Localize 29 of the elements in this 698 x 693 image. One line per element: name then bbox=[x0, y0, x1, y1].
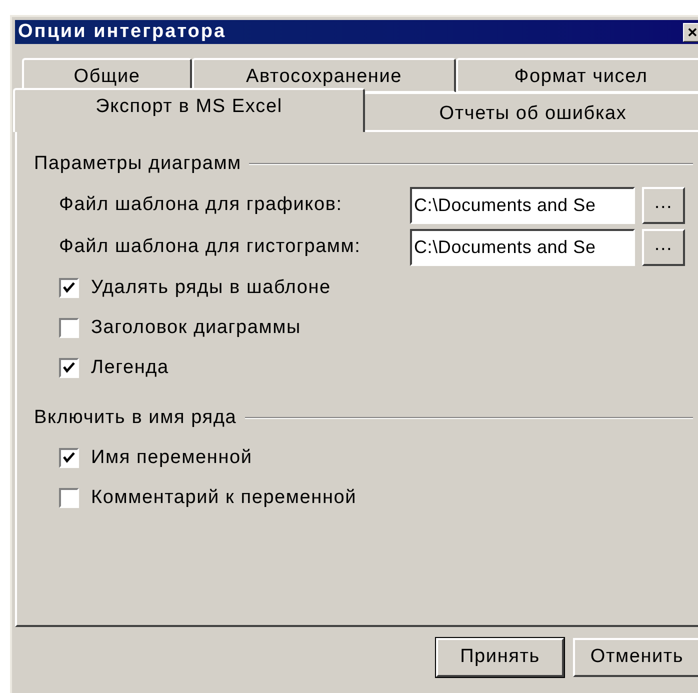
checkbox[interactable] bbox=[59, 358, 79, 378]
checkbox-label: Заголовок диаграммы bbox=[91, 316, 301, 340]
group-title: Включить в имя ряда bbox=[34, 406, 237, 430]
check-icon bbox=[63, 282, 75, 294]
browse-button[interactable]: ... bbox=[642, 186, 685, 224]
check-icon bbox=[63, 362, 75, 374]
checkbox-label: Удалять ряды в шаблоне bbox=[91, 276, 331, 300]
close-button[interactable]: ✕ bbox=[683, 22, 698, 42]
tab[interactable]: Экспорт в MS Excel bbox=[13, 88, 365, 132]
checkbox-label: Имя переменной bbox=[91, 446, 252, 470]
checkbox-label: Легенда bbox=[91, 356, 169, 380]
tab[interactable]: Отчеты об ошибках bbox=[363, 92, 698, 132]
browse-button[interactable]: ... bbox=[642, 228, 685, 266]
checkbox[interactable] bbox=[59, 278, 79, 298]
tab[interactable]: Формат чисел bbox=[456, 58, 698, 93]
checkbox-label: Комментарий к переменной bbox=[91, 486, 357, 510]
window-title: Опции интегратора bbox=[18, 20, 226, 44]
checkbox[interactable] bbox=[59, 488, 79, 508]
dialog-button[interactable]: Отменить bbox=[573, 638, 698, 677]
dialog-button[interactable]: Принять bbox=[436, 638, 564, 677]
field-label: Файл шаблона для гистограмм: bbox=[59, 234, 362, 259]
group-title: Параметры диаграмм bbox=[34, 152, 242, 176]
checkbox[interactable] bbox=[59, 448, 79, 468]
path-field[interactable]: C:\Documents and Se bbox=[410, 186, 635, 224]
tab[interactable]: Автосохранение bbox=[192, 58, 456, 93]
checkbox[interactable] bbox=[59, 318, 79, 338]
check-icon bbox=[63, 452, 75, 464]
path-field[interactable]: C:\Documents and Se bbox=[410, 228, 635, 266]
field-label: Файл шаблона для графиков: bbox=[59, 192, 344, 217]
